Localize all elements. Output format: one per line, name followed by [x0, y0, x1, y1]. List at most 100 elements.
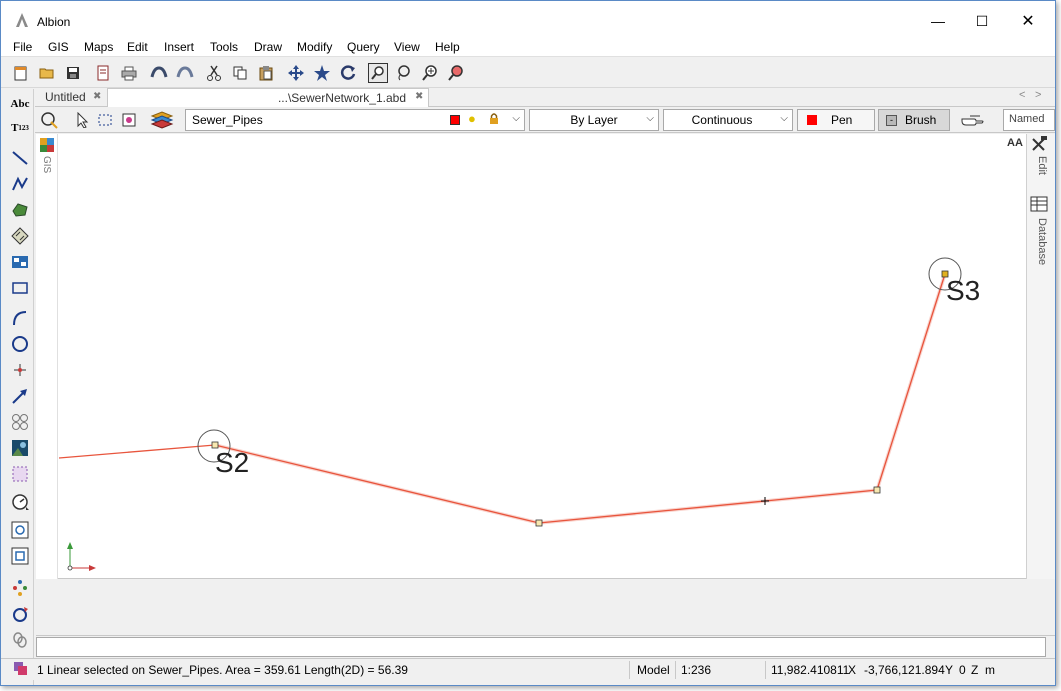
link-tool-icon[interactable]: [9, 629, 31, 651]
selection-region-tool-icon[interactable]: [9, 463, 31, 485]
zoom-previous-icon[interactable]: [446, 63, 466, 83]
zoom-in-out-icon[interactable]: [420, 63, 440, 83]
vertex-handle[interactable]: [873, 486, 881, 494]
zoom-object-tool-icon[interactable]: [9, 519, 31, 541]
menu-query[interactable]: Query: [347, 40, 380, 54]
print-icon[interactable]: [119, 63, 139, 83]
menu-file[interactable]: File: [13, 40, 32, 54]
menu-maps[interactable]: Maps: [84, 40, 113, 54]
minimize-button[interactable]: —: [915, 7, 961, 35]
rotate-tool-icon[interactable]: [9, 603, 31, 625]
text-tool-icon[interactable]: Abc: [9, 93, 31, 115]
pen-color-swatch: [807, 115, 817, 125]
explode-tool-icon[interactable]: [9, 545, 31, 567]
layer-lock-icon[interactable]: [489, 112, 499, 128]
zoom-extents-icon[interactable]: [312, 63, 332, 83]
paste-icon[interactable]: [256, 63, 276, 83]
menu-view[interactable]: View: [394, 40, 420, 54]
layers-status-icon[interactable]: [13, 661, 29, 680]
edit-panel-tab[interactable]: Edit: [1036, 156, 1048, 175]
copy-icon[interactable]: [230, 63, 250, 83]
undo-icon[interactable]: [149, 63, 169, 83]
menu-tools[interactable]: Tools: [210, 40, 238, 54]
select-properties-icon[interactable]: [119, 110, 139, 130]
vertex-handle[interactable]: [535, 519, 543, 527]
text-style-tool-icon[interactable]: T 123: [9, 117, 31, 139]
menu-draw[interactable]: Draw: [254, 40, 282, 54]
database-grid-icon[interactable]: [1030, 196, 1048, 215]
cut-icon[interactable]: [204, 63, 224, 83]
line-style-chevron-down-icon[interactable]: ⌵: [780, 113, 788, 124]
database-panel-tab[interactable]: Database: [1036, 218, 1048, 265]
line-tool-icon[interactable]: [9, 147, 31, 169]
edit-tools-icon[interactable]: [1030, 136, 1048, 155]
point-tool-icon[interactable]: [9, 359, 31, 381]
zoom-window-icon[interactable]: [368, 63, 388, 83]
menu-modify[interactable]: Modify: [297, 40, 332, 54]
color-mode-select[interactable]: By Layer ⌵: [529, 109, 659, 131]
network-trace-tool-icon[interactable]: [9, 577, 31, 599]
measure-tool-icon[interactable]: [9, 491, 31, 513]
select-window-icon[interactable]: [95, 110, 115, 130]
color-mode-value: By Layer: [570, 113, 618, 127]
hatch-tool-icon[interactable]: [9, 225, 31, 247]
sewer-pipe-line[interactable]: [58, 273, 946, 524]
tab-scroll-left-icon[interactable]: <: [1019, 89, 1025, 101]
tab-sewer-network[interactable]: ...\SewerNetwork_1.abd: [107, 88, 429, 107]
menu-gis[interactable]: GIS: [48, 40, 69, 54]
map-canvas[interactable]: S2 S3: [36, 134, 1026, 579]
ucs-axis-icon: [67, 542, 96, 571]
redo-icon[interactable]: [175, 63, 195, 83]
refresh-icon[interactable]: [338, 63, 358, 83]
image-tool-icon[interactable]: [9, 437, 31, 459]
title-bar[interactable]: Albion — ☐ ✕: [1, 1, 1055, 37]
vertex-handles: [211, 270, 949, 527]
block-tool-icon[interactable]: [9, 251, 31, 273]
named-style-select[interactable]: Named: [1003, 109, 1055, 131]
polygon-tool-icon[interactable]: [9, 199, 31, 221]
save-icon[interactable]: [63, 63, 83, 83]
text-size-icon[interactable]: AA: [1007, 137, 1023, 149]
color-mode-chevron-down-icon[interactable]: ⌵: [646, 113, 654, 124]
command-input[interactable]: [36, 637, 1046, 657]
menu-insert[interactable]: Insert: [164, 40, 194, 54]
scale-indicator[interactable]: 1:236: [681, 663, 711, 677]
select-arrow-icon[interactable]: [73, 110, 93, 130]
pointing-hand-icon[interactable]: [959, 110, 987, 130]
snap-object-icon[interactable]: [39, 110, 59, 130]
rectangle-tool-icon[interactable]: [9, 277, 31, 299]
map-drawing[interactable]: S2 S3: [37, 134, 1027, 579]
draw-toolbar: Abc T 123: [1, 89, 34, 685]
line-style-select[interactable]: Continuous ⌵: [663, 109, 793, 131]
layer-visible-bulb-icon[interactable]: ●: [468, 111, 476, 126]
layer-select-chevron-down-icon[interactable]: ⌵: [512, 113, 520, 124]
open-folder-icon[interactable]: [37, 63, 57, 83]
tab-sewer-network-close-icon[interactable]: ✖: [415, 91, 423, 102]
tab-scroll-right-icon[interactable]: >: [1035, 89, 1041, 101]
circle-tool-icon[interactable]: [9, 333, 31, 355]
brush-button[interactable]: - Brush: [878, 109, 950, 131]
menu-help[interactable]: Help: [435, 40, 460, 54]
model-space-indicator[interactable]: Model: [637, 663, 670, 677]
new-file-icon[interactable]: [11, 63, 31, 83]
pan-icon[interactable]: [286, 63, 306, 83]
polyline-tool-icon[interactable]: [9, 173, 31, 195]
tab-untitled-close-icon[interactable]: ✖: [93, 91, 101, 102]
pen-button[interactable]: Pen: [797, 109, 875, 131]
layer-manager-icon[interactable]: [149, 108, 175, 132]
layer-color-swatch[interactable]: [450, 115, 460, 125]
zoom-lasso-icon[interactable]: [394, 63, 414, 83]
page-setup-icon[interactable]: [93, 63, 113, 83]
line-style-value: Continuous: [691, 113, 753, 127]
symbol-tool-icon[interactable]: [9, 411, 31, 433]
menu-edit[interactable]: Edit: [127, 40, 148, 54]
layer-select[interactable]: Sewer_Pipes ● ⌵: [185, 109, 525, 131]
leader-tool-icon[interactable]: [9, 385, 31, 407]
gis-layers-icon[interactable]: [39, 137, 55, 153]
gis-panel-strip[interactable]: GIS: [36, 134, 58, 579]
right-panel-strip: AA Edit Database: [1007, 134, 1055, 579]
arc-tool-icon[interactable]: [9, 307, 31, 329]
close-button[interactable]: ✕: [1005, 7, 1051, 35]
y-coordinate-label: Y: [945, 663, 954, 677]
maximize-button[interactable]: ☐: [959, 7, 1005, 35]
